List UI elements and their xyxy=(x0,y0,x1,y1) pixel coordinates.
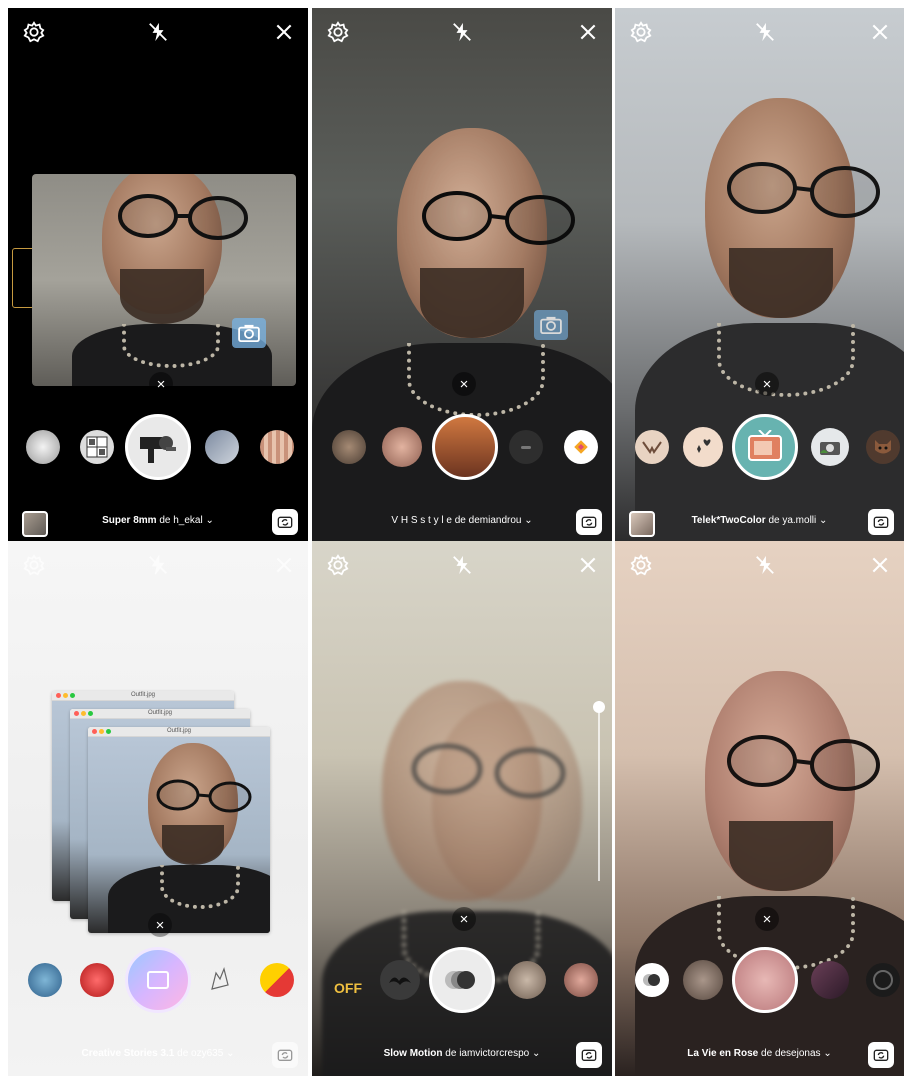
effect-option[interactable] xyxy=(564,430,598,464)
bottom-bar: V H S s t y l e de demiandrou ⌄ xyxy=(312,503,612,543)
camera-panel-vhs-style: × V H S s t y l e de demiandrou ⌄ xyxy=(312,8,612,543)
settings-icon[interactable] xyxy=(326,553,350,577)
bottom-bar: Slow Motion de iamvictorcrespo ⌄ xyxy=(312,1036,612,1076)
speed-slider-knob[interactable] xyxy=(593,701,605,713)
flash-off-icon[interactable] xyxy=(753,20,777,44)
effect-option[interactable] xyxy=(509,430,543,464)
effect-tray xyxy=(312,414,612,484)
film-photo-frame xyxy=(32,174,296,386)
effect-option[interactable] xyxy=(564,963,598,997)
effect-option[interactable] xyxy=(683,960,723,1000)
effect-option[interactable] xyxy=(28,963,62,997)
remove-effect-icon[interactable]: × xyxy=(755,372,779,396)
effect-option[interactable] xyxy=(204,963,238,997)
bottom-bar: Telek*TwoColor de ya.molli ⌄ xyxy=(615,503,904,543)
effect-tray: OFF xyxy=(312,947,612,1017)
effect-tray xyxy=(615,947,904,1017)
camera-panel-telek-twocolor: × Telek*TwoColor de ya.molli ⌄ xyxy=(615,8,904,543)
selected-effect-button[interactable] xyxy=(732,947,798,1013)
close-icon[interactable] xyxy=(272,20,296,44)
flash-off-icon[interactable] xyxy=(753,553,777,577)
flip-camera-icon[interactable] xyxy=(868,1042,894,1068)
camera-panel-creative-stories: Outfit.jpg Outfit.jpg Outfit.jpg × Creat… xyxy=(8,541,308,1076)
camera-panel-slow-motion: × OFF Slow Motion de iamvictorcrespo ⌄ xyxy=(312,541,612,1076)
flip-camera-icon[interactable] xyxy=(576,1042,602,1068)
effect-option[interactable] xyxy=(260,430,294,464)
effect-label[interactable]: La Vie en Rose de desejonas ⌄ xyxy=(615,1048,904,1059)
flash-off-icon[interactable] xyxy=(450,553,474,577)
remove-effect-icon[interactable]: × xyxy=(452,907,476,931)
camera-badge-icon xyxy=(232,318,266,348)
selected-effect-button[interactable] xyxy=(125,414,191,480)
effect-option[interactable] xyxy=(683,427,723,467)
effect-label[interactable]: Super 8mm de h_ekal ⌄ xyxy=(8,515,308,526)
close-icon[interactable] xyxy=(272,553,296,577)
effect-option[interactable] xyxy=(811,428,849,466)
window-card: Outfit.jpg xyxy=(88,727,270,933)
effect-tray xyxy=(615,414,904,484)
settings-icon[interactable] xyxy=(22,20,46,44)
effect-option[interactable] xyxy=(205,430,239,464)
flip-camera-icon[interactable] xyxy=(576,509,602,535)
effect-option[interactable] xyxy=(866,430,900,464)
selected-effect-button[interactable] xyxy=(125,947,191,1013)
selected-effect-button[interactable] xyxy=(732,414,798,480)
effect-option[interactable] xyxy=(635,430,669,464)
bottom-bar: La Vie en Rose de desejonas ⌄ xyxy=(615,1036,904,1076)
remove-effect-icon[interactable]: × xyxy=(755,907,779,931)
effect-tray xyxy=(8,947,308,1017)
flash-off-icon[interactable] xyxy=(146,20,170,44)
remove-effect-icon[interactable]: × xyxy=(149,372,173,396)
close-icon[interactable] xyxy=(576,20,600,44)
flash-off-icon[interactable] xyxy=(450,20,474,44)
camera-panel-super-8mm: × Super 8mm de h_ekal ⌄ xyxy=(8,8,308,543)
effect-option[interactable] xyxy=(332,430,366,464)
effect-option[interactable] xyxy=(635,963,669,997)
settings-icon[interactable] xyxy=(22,553,46,577)
settings-icon[interactable] xyxy=(326,20,350,44)
bottom-bar: Super 8mm de h_ekal ⌄ xyxy=(8,503,308,543)
effect-option[interactable] xyxy=(866,963,900,997)
remove-effect-icon[interactable]: × xyxy=(452,372,476,396)
person-portrait xyxy=(108,737,270,933)
off-label[interactable]: OFF xyxy=(334,980,362,996)
effect-label[interactable]: V H S s t y l e de demiandrou ⌄ xyxy=(312,515,612,526)
effect-label[interactable]: Telek*TwoColor de ya.molli ⌄ xyxy=(615,515,904,526)
effect-option[interactable] xyxy=(380,960,420,1000)
bottom-bar: Creative Stories 3.1 de ozy635 ⌄ xyxy=(8,1036,308,1076)
settings-icon[interactable] xyxy=(629,553,653,577)
selected-effect-button[interactable] xyxy=(429,947,495,1013)
effect-label[interactable]: Creative Stories 3.1 de ozy635 ⌄ xyxy=(8,1048,308,1059)
effect-option[interactable] xyxy=(508,961,546,999)
flip-camera-icon[interactable] xyxy=(868,509,894,535)
person-portrait xyxy=(72,174,272,386)
flip-camera-icon[interactable] xyxy=(272,1042,298,1068)
effect-option[interactable] xyxy=(80,430,114,464)
effect-option[interactable] xyxy=(80,963,114,997)
flip-camera-icon[interactable] xyxy=(272,509,298,535)
settings-icon[interactable] xyxy=(629,20,653,44)
close-icon[interactable] xyxy=(868,553,892,577)
camera-panel-la-vie-en-rose: × La Vie en Rose de desejonas ⌄ xyxy=(615,541,904,1076)
effect-label[interactable]: Slow Motion de iamvictorcrespo ⌄ xyxy=(312,1048,612,1059)
effect-tray xyxy=(8,414,308,484)
close-icon[interactable] xyxy=(868,20,892,44)
screenshot-grid: × Super 8mm de h_ekal ⌄ × V H S s t y l … xyxy=(0,0,904,1076)
flash-off-icon[interactable] xyxy=(146,553,170,577)
remove-effect-icon[interactable]: × xyxy=(148,913,172,937)
effect-option[interactable] xyxy=(811,961,849,999)
selected-effect-button[interactable] xyxy=(432,414,498,480)
effect-option[interactable] xyxy=(260,963,294,997)
speed-slider[interactable] xyxy=(593,701,605,881)
effect-option[interactable] xyxy=(26,430,60,464)
effect-option[interactable] xyxy=(382,427,422,467)
camera-badge-icon xyxy=(534,310,568,340)
close-icon[interactable] xyxy=(576,553,600,577)
